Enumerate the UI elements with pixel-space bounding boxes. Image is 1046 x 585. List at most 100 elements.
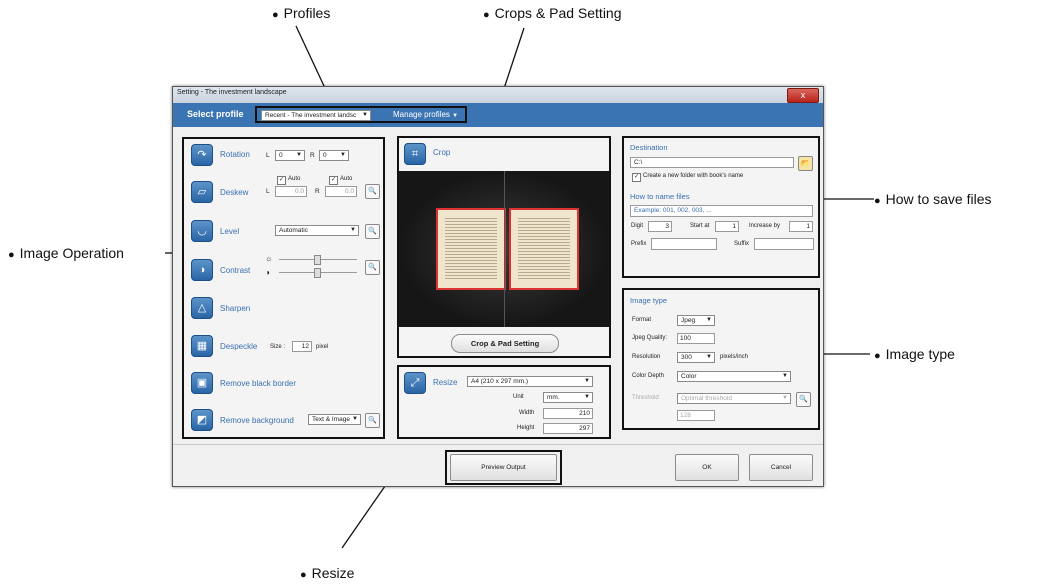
- select-profile-label: Select profile: [187, 109, 244, 119]
- despeckle-unit-label: pixel: [316, 344, 329, 350]
- image-operation-panel: ↷ Rotation L 0 ▼ R 0 ▼ ▱ Deskew ✓ Auto ✓ A…: [182, 137, 385, 439]
- contrast-slider-thumb[interactable]: [314, 268, 321, 278]
- left-page: [436, 208, 506, 290]
- crop-panel: ⌗ Crop Crop & Pad Setting: [397, 136, 611, 358]
- start-at-label: Start at: [690, 223, 710, 229]
- brightness-slider-thumb[interactable]: [314, 255, 321, 265]
- deskew-auto-left-checkbox[interactable]: ✓: [277, 176, 286, 185]
- level-label: Level: [220, 227, 240, 236]
- digit-label: Digit: [631, 223, 644, 229]
- width-input[interactable]: 210: [543, 408, 593, 419]
- footer-divider: [173, 444, 823, 445]
- remove-black-border-icon[interactable]: ▣: [191, 372, 213, 394]
- crop-icon[interactable]: ⌗: [404, 143, 426, 165]
- preview-output-button[interactable]: Preview Output: [450, 454, 557, 481]
- start-at-input[interactable]: 1: [715, 221, 739, 232]
- increase-by-label: Increase by: [749, 223, 781, 229]
- cancel-button[interactable]: Cancel: [749, 454, 813, 481]
- despeckle-icon[interactable]: ▦: [191, 335, 213, 357]
- rotation-r-label: R: [310, 152, 315, 159]
- profile-bar: Select profile Recent - The investment l…: [173, 103, 823, 127]
- deskew-auto-right-checkbox[interactable]: ✓: [329, 176, 338, 185]
- contrast-small-icon: ◑: [265, 268, 270, 277]
- image-type-panel: Image type Format Jpeg ▼ Jpeg Quality: 10…: [622, 288, 820, 430]
- rotation-right-select[interactable]: 0 ▼: [319, 150, 349, 161]
- annotation-resize: ● Resize: [300, 565, 355, 581]
- format-select[interactable]: Jpeg ▼: [677, 315, 715, 326]
- chevron-down-icon: ▼: [362, 112, 368, 118]
- threshold-preview-icon[interactable]: 🔍: [796, 392, 811, 407]
- contrast-preview-icon[interactable]: 🔍: [365, 260, 380, 275]
- threshold-label: Threshold: [632, 395, 659, 401]
- resolution-unit-label: pixels/inch: [720, 354, 749, 360]
- destination-title: Destination: [630, 143, 668, 152]
- format-label: Format: [632, 317, 652, 323]
- rotation-l-label: L: [266, 152, 270, 159]
- resolution-label: Resolution: [632, 354, 661, 360]
- despeckle-size-input[interactable]: 12: [292, 341, 312, 352]
- deskew-icon[interactable]: ▱: [191, 181, 213, 203]
- deskew-r-label: R: [315, 188, 320, 195]
- height-input[interactable]: 297: [543, 423, 593, 434]
- ok-button[interactable]: OK: [675, 454, 739, 481]
- sharpen-icon[interactable]: △: [191, 297, 213, 319]
- jpeg-quality-input[interactable]: 100: [677, 333, 715, 344]
- right-page: [509, 208, 579, 290]
- level-select[interactable]: Automatic ▼: [275, 225, 359, 236]
- deskew-label: Deskew: [220, 188, 249, 197]
- annotation-profiles: ● Profiles: [272, 5, 331, 21]
- color-depth-select[interactable]: Color ▼: [677, 371, 791, 382]
- settings-dialog: Setting - The investment landscape x Sel…: [172, 86, 824, 487]
- suffix-input[interactable]: [754, 238, 814, 250]
- window-title: Setting - The investment landscape: [177, 89, 287, 96]
- remove-background-label: Remove background: [220, 416, 294, 425]
- naming-title: How to name files: [630, 192, 690, 201]
- unit-select[interactable]: mm. ▼: [543, 392, 593, 403]
- jpeg-quality-label: Jpeg Quality:: [632, 335, 668, 341]
- destination-path-input[interactable]: C:\: [630, 157, 794, 168]
- sharpen-label: Sharpen: [220, 304, 251, 313]
- create-folder-label: Create a new folder with book's name: [643, 173, 744, 179]
- folder-icon[interactable]: 📂: [798, 156, 813, 171]
- resize-icon[interactable]: ⤢: [404, 372, 426, 394]
- title-bar: Setting - The investment landscape x: [173, 87, 823, 103]
- remove-background-preview-icon[interactable]: 🔍: [365, 413, 380, 428]
- deskew-right-input[interactable]: 0.0: [325, 186, 357, 197]
- annotation-how-to-save: ● How to save files: [874, 191, 992, 207]
- deskew-l-label: L: [266, 188, 270, 195]
- deskew-left-input[interactable]: 0.0: [275, 186, 307, 197]
- level-icon[interactable]: ◡: [191, 220, 213, 242]
- contrast-icon[interactable]: ◑: [191, 259, 213, 281]
- prefix-input[interactable]: [651, 238, 717, 250]
- increase-by-input[interactable]: 1: [789, 221, 813, 232]
- rotation-label: Rotation: [220, 150, 250, 159]
- unit-label: Unit: [513, 394, 524, 400]
- contrast-label: Contrast: [220, 266, 251, 275]
- digit-input[interactable]: 3: [648, 221, 672, 232]
- rotation-left-select[interactable]: 0 ▼: [275, 150, 305, 161]
- threshold-select[interactable]: Optimal threshold ▼: [677, 393, 791, 404]
- manage-profiles-button[interactable]: Manage profiles ▼: [393, 110, 458, 119]
- deskew-auto-left-label: Auto: [288, 176, 301, 182]
- resolution-select[interactable]: 300 ▼: [677, 352, 715, 363]
- annotation-crops-pad: ● Crops & Pad Setting: [483, 5, 622, 21]
- remove-background-icon[interactable]: ◩: [191, 409, 213, 431]
- rotation-icon[interactable]: ↷: [191, 144, 213, 166]
- despeckle-size-label: Size :: [270, 344, 286, 350]
- brightness-icon: ☼: [265, 254, 273, 263]
- resize-preset-select[interactable]: A4 (210 x 297 mm.) ▼: [467, 376, 593, 387]
- crop-pad-setting-button[interactable]: Crop & Pad Setting: [451, 334, 559, 353]
- remove-black-border-label: Remove black border: [220, 379, 297, 388]
- book-preview-image: [399, 171, 609, 327]
- width-label: Width: [519, 410, 535, 416]
- level-preview-icon[interactable]: 🔍: [365, 224, 380, 239]
- profile-select[interactable]: Recent - The investment landsc ▼: [261, 110, 371, 121]
- color-depth-label: Color Depth: [632, 373, 665, 379]
- resize-label: Resize: [433, 378, 458, 387]
- remove-background-select[interactable]: Text & Image ▼: [308, 414, 361, 425]
- threshold-value-input[interactable]: 128: [677, 410, 715, 421]
- create-folder-checkbox[interactable]: ✓: [632, 173, 641, 182]
- deskew-preview-icon[interactable]: 🔍: [365, 184, 380, 199]
- suffix-label: Suffix: [734, 241, 749, 247]
- close-button[interactable]: x: [787, 88, 819, 103]
